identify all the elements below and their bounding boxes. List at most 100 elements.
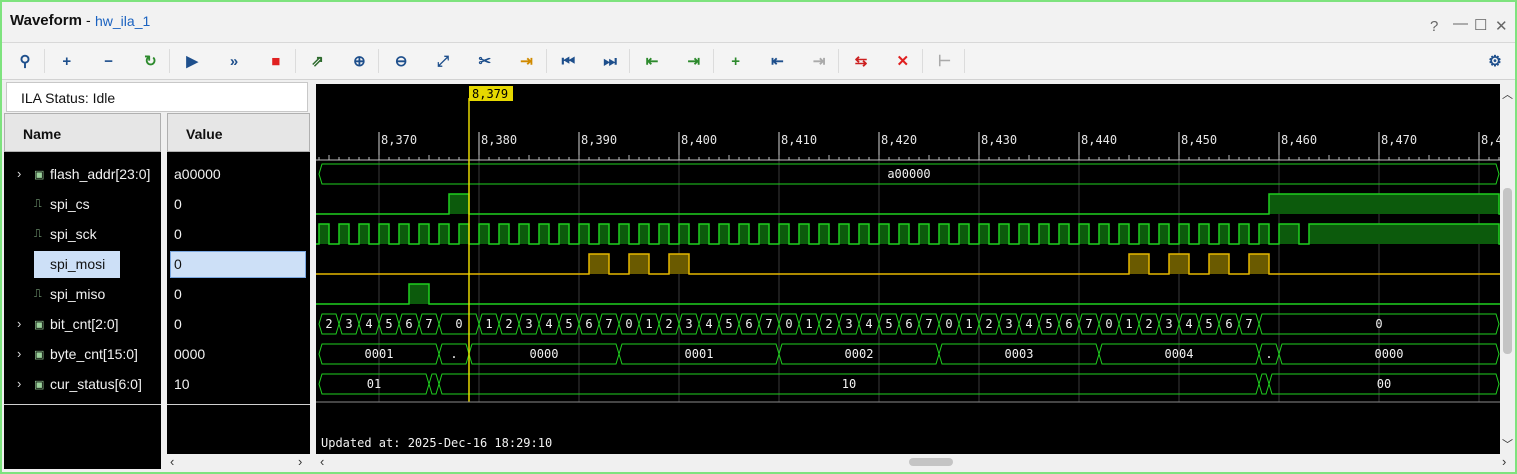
bus-value-label: 0: [455, 317, 462, 331]
spi-sck-high-fill: [779, 224, 789, 244]
signal-name[interactable]: spi_sck: [50, 226, 97, 242]
waveform-canvas[interactable]: 8,370 8,380 8,390 8,400 8,410 8,420 8,430 8,440…: [316, 84, 1500, 454]
remove-icon[interactable]: −: [98, 50, 120, 72]
zoom-in-icon[interactable]: ⊕: [348, 50, 370, 72]
add-marker-icon[interactable]: +: [725, 50, 747, 72]
spi-sck-high-fill: [1019, 224, 1029, 244]
title-separator: -: [86, 12, 91, 28]
expand-chevron-icon[interactable]: ›: [17, 346, 21, 361]
search-icon[interactable]: ⚲: [14, 50, 36, 72]
expand-chevron-icon[interactable]: ›: [17, 316, 21, 331]
signal-value[interactable]: 0: [174, 316, 182, 332]
spi-sck-high-fill: [479, 224, 489, 244]
window-subtitle[interactable]: hw_ila_1: [95, 13, 150, 29]
run-immediate-icon[interactable]: »: [223, 50, 245, 72]
bit-signal-icon: ⎍: [34, 228, 42, 240]
previous-transition-icon[interactable]: ⇤: [641, 50, 663, 72]
go-to-cursor-icon[interactable]: ⇥: [516, 50, 538, 72]
bus-signal-icon: ▣: [34, 319, 45, 331]
signal-value[interactable]: 0: [174, 256, 182, 272]
spi-sck-high-fill: [1079, 224, 1089, 244]
signal-name[interactable]: flash_addr[23:0]: [50, 166, 150, 182]
name-column-header[interactable]: Name: [4, 113, 161, 152]
horizontal-scroll-thumb[interactable]: [909, 458, 953, 466]
export-icon[interactable]: ⇗: [307, 50, 329, 72]
bus-value-label: 0: [785, 317, 792, 331]
bus-value-label: 0000: [1375, 347, 1404, 361]
toolbar-separator: [545, 49, 547, 73]
spi-cs-high-fill: [1269, 194, 1499, 214]
next-marker-icon[interactable]: ⇥: [808, 50, 830, 72]
spi-mosi-high-fill: [669, 254, 689, 274]
scroll-down-icon[interactable]: ﹀: [1502, 436, 1513, 452]
waveform-horizontal-scrollbar[interactable]: ‹ ›: [316, 454, 1515, 470]
bus-value-label: 2: [505, 317, 512, 331]
vertical-scroll-thumb[interactable]: [1503, 188, 1512, 354]
signal-value[interactable]: 0: [174, 196, 182, 212]
signal-value[interactable]: a00000: [174, 166, 221, 182]
scroll-left-icon[interactable]: ‹: [170, 454, 174, 469]
refresh-icon[interactable]: ↻: [139, 50, 161, 72]
go-to-start-icon[interactable]: ⏮: [557, 50, 579, 72]
signal-name[interactable]: byte_cnt[15:0]: [50, 346, 138, 362]
names-horizontal-scrollbar[interactable]: ‹ ›: [162, 454, 312, 470]
ruler-icon[interactable]: ⊢: [934, 50, 956, 72]
waveform-viewer[interactable]: 8,370 8,380 8,390 8,400 8,410 8,420 8,430 8,440…: [316, 84, 1500, 454]
toolbar-separator: [294, 49, 296, 73]
zoom-fit-icon[interactable]: ⤢: [432, 50, 454, 72]
spi-sck-high-fill: [559, 224, 569, 244]
help-icon[interactable]: ?: [1430, 18, 1438, 35]
signal-value[interactable]: 0000: [174, 346, 205, 362]
close-icon[interactable]: ✕: [1495, 17, 1508, 35]
stop-icon[interactable]: ■: [265, 50, 287, 72]
bus-value-label: 2: [665, 317, 672, 331]
scroll-right-icon[interactable]: ›: [1502, 454, 1506, 469]
bus-value-label: 0: [625, 317, 632, 331]
spi-sck-high-fill: [359, 224, 369, 244]
expand-chevron-icon[interactable]: ›: [17, 376, 21, 391]
bus-value-label: 3: [845, 317, 852, 331]
delete-markers-icon[interactable]: ✕: [892, 50, 914, 72]
signal-names-panel: Name › ▣ flash_addr[23:0] ⎍ spi_cs ⎍ spi_sck ⎍ s…: [4, 113, 161, 469]
vertical-scrollbar[interactable]: ︿ ﹀: [1500, 84, 1515, 454]
next-transition-icon[interactable]: ⇥: [683, 50, 705, 72]
scroll-up-icon[interactable]: ︿: [1502, 86, 1513, 102]
spi-sck-high-fill: [1099, 224, 1109, 244]
bit-signal-icon: ⎍: [34, 198, 42, 210]
zoom-out-icon[interactable]: ⊖: [390, 50, 412, 72]
bus-value-label: 2: [1145, 317, 1152, 331]
signal-name[interactable]: spi_miso: [50, 286, 105, 302]
bus-value-label: .: [450, 347, 457, 361]
timeline-tick-label: 8,410: [781, 133, 817, 147]
signal-value[interactable]: 0: [174, 226, 182, 242]
go-to-end-icon[interactable]: ⏭: [599, 50, 621, 72]
bit-signal-icon: ⎍: [34, 288, 42, 300]
signal-name[interactable]: spi_cs: [50, 196, 90, 212]
zoom-cursor-icon[interactable]: ✂: [474, 50, 496, 72]
toolbar-separator: [963, 49, 965, 73]
signal-name[interactable]: spi_mosi: [50, 256, 105, 272]
bus-value-label: 5: [1205, 317, 1212, 331]
add-icon[interactable]: +: [56, 50, 78, 72]
maximize-icon[interactable]: ☐: [1474, 16, 1487, 34]
previous-marker-icon[interactable]: ⇤: [766, 50, 788, 72]
signal-name[interactable]: cur_status[6:0]: [50, 376, 142, 392]
signal-value[interactable]: 0: [174, 286, 182, 302]
gear-icon[interactable]: ⚙: [1484, 50, 1506, 72]
scroll-left-icon[interactable]: ‹: [320, 454, 324, 469]
run-trigger-icon[interactable]: ▶: [181, 50, 203, 72]
signal-name[interactable]: bit_cnt[2:0]: [50, 316, 119, 332]
spi-sck-high-fill: [939, 224, 949, 244]
swap-cursor-icon[interactable]: ⇆: [850, 50, 872, 72]
scroll-right-icon[interactable]: ›: [298, 454, 302, 469]
expand-chevron-icon[interactable]: ›: [17, 166, 21, 181]
signal-value[interactable]: 10: [174, 376, 190, 392]
spi-sck-high-fill: [1119, 224, 1129, 244]
spi-mosi-high-fill: [1249, 254, 1269, 274]
bus-value-label: 4: [1025, 317, 1032, 331]
minimize-icon[interactable]: —: [1453, 15, 1468, 32]
bus-value-label: 7: [1085, 317, 1092, 331]
spi-sck-high-fill: [639, 224, 649, 244]
spi-sck-high-fill: [1199, 224, 1209, 244]
value-column-header[interactable]: Value: [167, 113, 310, 152]
